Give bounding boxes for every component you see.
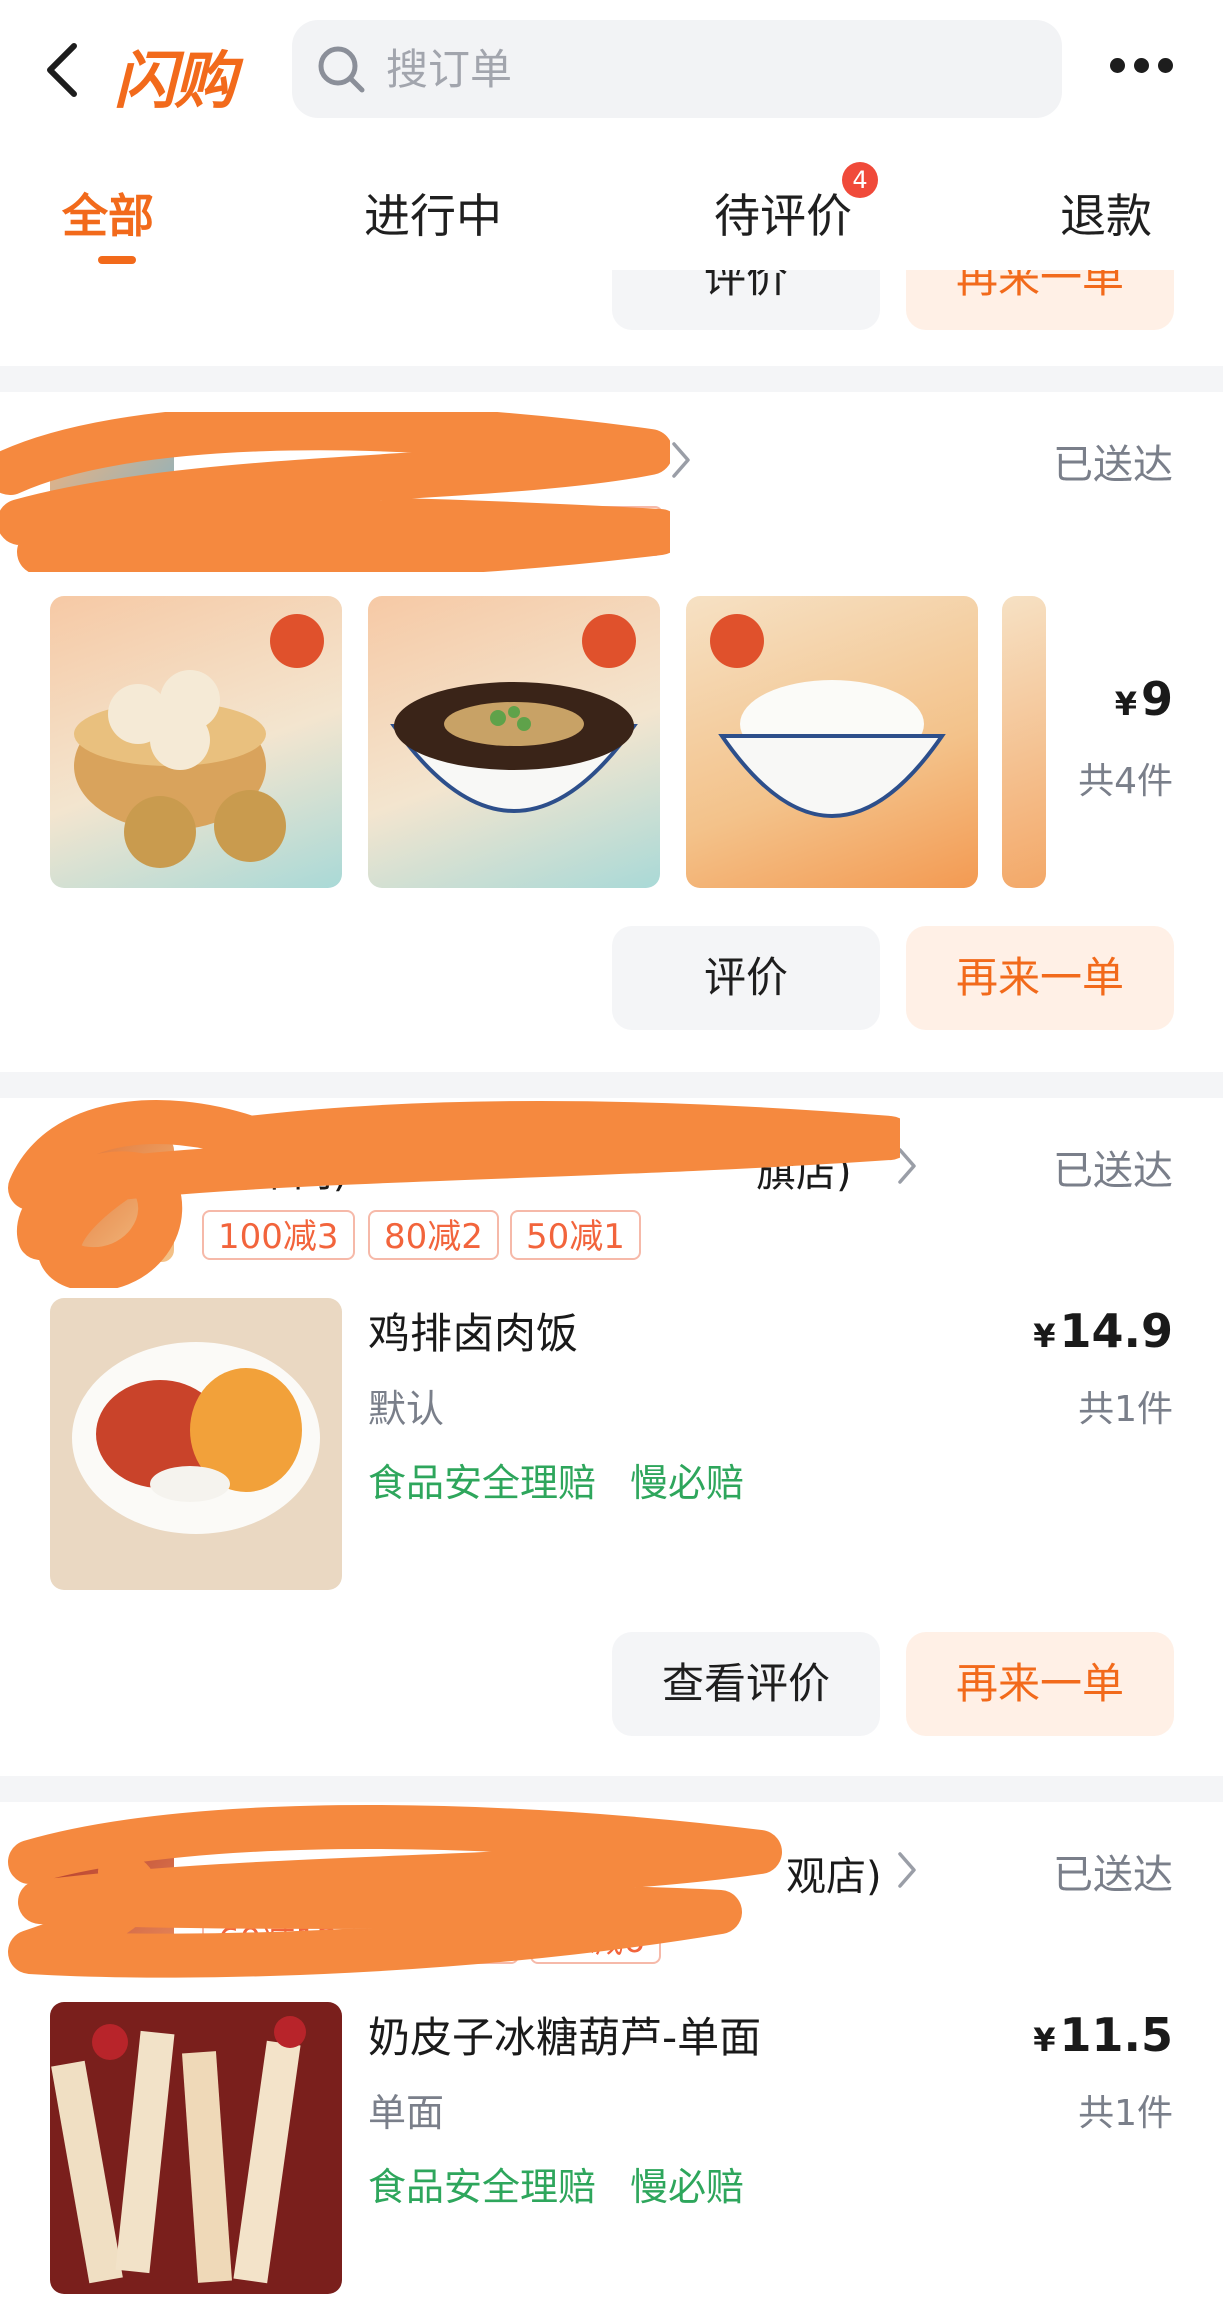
reorder-button[interactable]: 再来一单 (906, 926, 1174, 1030)
redaction-scribble (8, 1100, 900, 1288)
reorder-button[interactable]: 再来一单 (906, 1632, 1174, 1736)
redaction-scribble (0, 412, 670, 572)
chevron-right-icon[interactable] (896, 1850, 918, 1890)
product-image-xiaolongbao[interactable] (50, 596, 342, 888)
guarantee-food-safety: 食品安全理赔 (368, 2165, 597, 2209)
item-price: ¥11.5 (1033, 2008, 1173, 2062)
search-bar[interactable] (292, 20, 1062, 118)
guarantee-late-delivery: 慢必赔 (630, 1461, 745, 1505)
order-card[interactable]: 家面·肉) 旗店) 已送达 100减3 80减2 50减1 鸡排卤肉饭 默认 食… (0, 1098, 1223, 1778)
rice-plate-icon (72, 1342, 320, 1534)
item-count: 共1件 (1078, 1389, 1173, 1430)
card-separator (0, 1776, 1223, 1802)
candied-fruit-icon (51, 2016, 306, 2284)
card-separator (0, 366, 1223, 392)
app-logo: 闪购 (114, 44, 236, 117)
top-bar: 闪购 (0, 0, 1223, 135)
item-spec: 默认 (368, 1387, 445, 1431)
product-image-chicken-rice[interactable] (50, 1298, 342, 1590)
chevron-left-icon[interactable] (38, 40, 88, 100)
search-icon (318, 46, 365, 93)
store-name-suffix[interactable]: 观店) (786, 1844, 882, 1902)
partial-order-card: 评价 再来一单 (0, 270, 1223, 330)
product-image-noodles[interactable] (368, 596, 660, 888)
steamer-dumplings-icon (74, 614, 324, 868)
order-status: 已送达 (1053, 1852, 1173, 1898)
tab-all[interactable]: 全部 (62, 180, 154, 246)
chevron-right-icon[interactable] (670, 440, 692, 480)
order-card[interactable]: 已送达 158减6 108减4 62减2 ¥9 共4件 评价 再来一单 (0, 392, 1223, 1072)
rice-bowl-icon (710, 614, 946, 818)
review-button[interactable]: 评价 (612, 926, 880, 1030)
redaction-scribble (8, 1805, 782, 1978)
item-count: 共4件 (1078, 761, 1173, 802)
order-card[interactable]: 观店) 已送达 60减12 55减10 38减6 奶皮子冰糖葫芦-单面 单面 食… (0, 1802, 1223, 2301)
guarantee-food-safety: 食品安全理赔 (368, 1461, 597, 1505)
review-button[interactable]: 评价 (612, 270, 880, 330)
item-name: 鸡排卤肉饭 (368, 1309, 579, 1358)
item-name: 奶皮子冰糖葫芦-单面 (368, 2013, 762, 2062)
tab-active-indicator (98, 256, 136, 264)
product-image-rice[interactable] (686, 596, 978, 888)
tab-pending-review[interactable]: 待评价 (714, 180, 852, 246)
item-count: 共1件 (1078, 2093, 1173, 2134)
item-spec: 单面 (368, 2091, 445, 2135)
pending-review-badge: 4 (842, 162, 878, 198)
tab-bar: 全部 进行中 待评价 退款 (0, 140, 1223, 270)
product-image-tanghulu[interactable] (50, 2002, 342, 2294)
guarantee-late-delivery: 慢必赔 (630, 2165, 745, 2209)
order-total-price: ¥9 (1114, 672, 1173, 726)
more-dots-icon[interactable] (1110, 58, 1174, 78)
item-price: ¥14.9 (1033, 1304, 1173, 1358)
reorder-button[interactable]: 再来一单 (906, 270, 1174, 330)
view-review-button[interactable]: 查看评价 (612, 1632, 880, 1736)
tab-refund[interactable]: 退款 (1060, 180, 1152, 246)
search-input[interactable] (384, 38, 988, 100)
noodle-bowl-icon (390, 614, 638, 813)
card-separator (0, 1072, 1223, 1098)
order-status: 已送达 (1053, 442, 1173, 488)
product-image-more[interactable] (1002, 596, 1046, 888)
tab-in-progress[interactable]: 进行中 (364, 180, 502, 246)
order-status: 已送达 (1053, 1148, 1173, 1194)
